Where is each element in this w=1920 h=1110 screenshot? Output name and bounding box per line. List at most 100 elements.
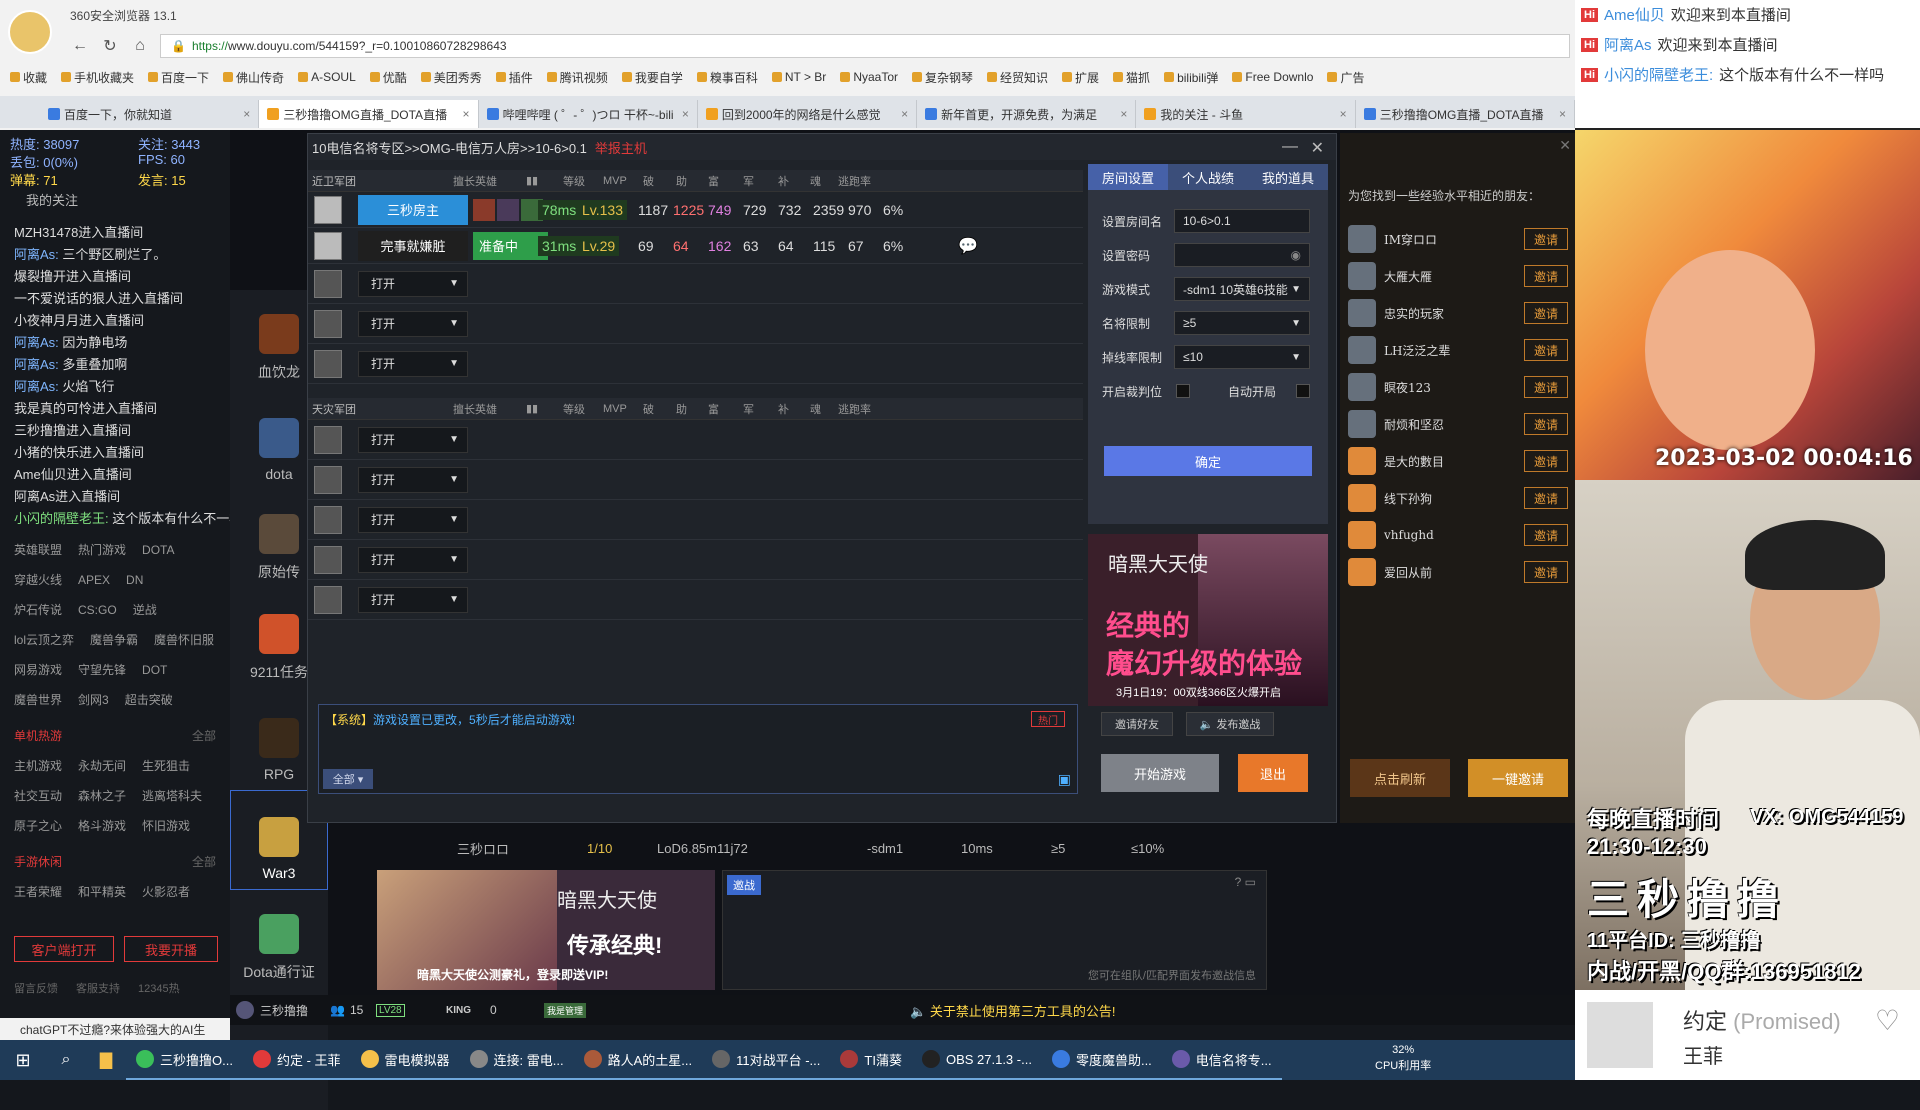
taskbar-app[interactable]: 雷电模拟器 [350,1040,460,1080]
bookmark-item[interactable]: 广告 [1327,69,1364,86]
room-info-row[interactable]: 三秒ロロ 1/10 LoD6.85m11j72 -sdm1 10ms ≥5 ≤1… [377,833,1267,863]
search-icon[interactable]: ⌕ [46,1051,86,1069]
cat-row[interactable]: 英雄联盟 热门游戏 DOTA [0,535,230,565]
player-row[interactable]: 完事就嫌脏 准备中 31ms Lv.29 69 64 162 63 64 115 67 6% 💬 [308,228,1083,264]
tab-close-icon[interactable]: × [1559,107,1566,121]
news-ticker[interactable]: chatGPT不过瘾?来体验强大的AI生 [0,1018,230,1040]
bookmark-item[interactable]: 复杂钢琴 [912,69,973,86]
service-link[interactable]: 客服支持 [76,980,120,996]
bookmark-item[interactable]: 经贸知识 [987,69,1048,86]
cat-row[interactable]: 魔兽世界 剑网3 超击突破 [0,685,230,715]
invite-button[interactable]: 邀请 [1524,376,1568,398]
bookmark-item[interactable]: 百度一下 [148,69,209,86]
close-icon[interactable]: ✕ [1311,138,1324,158]
tab-close-icon[interactable]: × [901,107,908,121]
rank-select[interactable]: ≥5 ▼ [1174,311,1310,335]
cat-row[interactable]: 社交互动 森林之子 逃离塔科夫 [0,781,230,811]
cat-row[interactable]: 网易游戏 守望先锋 DOT [0,655,230,685]
taskbar-app[interactable]: 11对战平台 -... [702,1040,831,1080]
slot-select[interactable]: 打开 ▼ [358,466,468,493]
room-name-input[interactable]: 10-6>0.1 [1174,209,1310,233]
taskbar-app[interactable]: 连接: 雷电... [459,1040,574,1080]
judge-checkbox[interactable] [1176,384,1190,398]
bookmark-item[interactable]: 扩展 [1062,69,1099,86]
invite-button[interactable]: 邀请 [1524,450,1568,472]
tab-personal-record[interactable]: 个人战绩 [1168,164,1248,190]
taskbar-app[interactable]: TI蒲葵 [830,1040,912,1080]
heart-icon[interactable]: ♡ [1875,1004,1900,1037]
minimize-icon[interactable]: — [1282,138,1298,156]
password-input[interactable]: ◉ [1174,243,1310,267]
windows-start-icon[interactable]: ⊞ [0,1050,46,1071]
close-icon[interactable]: ✕ [1559,137,1571,154]
bookmark-item[interactable]: 手机收藏夹 [61,69,134,86]
bookmark-item[interactable]: 插件 [495,69,533,86]
chat-send-icon[interactable]: ▣ [1058,771,1071,788]
notice-text[interactable]: 🔈 关于禁止使用第三方工具的公告! [910,1001,1115,1020]
cat-row[interactable]: 主机游戏 永劫无间 生死狙击 [0,751,230,781]
bookmark-item[interactable]: 收藏 [10,69,47,86]
cat-row[interactable]: lol云顶之弈 魔兽争霸 魔兽怀旧服 [0,625,230,655]
tab-my-items[interactable]: 我的道具 [1248,164,1328,190]
slot-select[interactable]: 打开 ▼ [358,310,468,337]
reload-icon[interactable]: ↻ [100,36,120,56]
cat-row[interactable]: 王者荣耀 和平精英 火影忍者 [0,877,230,907]
refresh-button[interactable]: 点击刷新 [1350,759,1450,797]
bookmark-item[interactable]: NT > Br [771,70,826,84]
exit-button[interactable]: 退出 [1238,754,1308,792]
invite-button[interactable]: 邀请 [1524,302,1568,324]
slot-select[interactable]: 打开 ▼ [358,546,468,573]
tab-close-icon[interactable]: × [1340,107,1347,121]
invite-button[interactable]: 邀请 [1524,413,1568,435]
taskbar-app[interactable]: 三秒撸撸O... [126,1040,243,1080]
tab-close-icon[interactable]: × [1120,107,1127,121]
feedback-link[interactable]: 留言反馈 [14,980,58,996]
browser-tab[interactable]: 新年首更，开源免费，为满足 × [917,100,1137,128]
auto-start-checkbox[interactable] [1296,384,1310,398]
slot-select[interactable]: 打开 ▼ [358,270,468,297]
bookmark-item[interactable]: 佛山传奇 [223,69,284,86]
address-bar[interactable]: 🔒 https://www.douyu.com/544159?_r=0.1001… [160,34,1570,58]
player-row[interactable]: 三秒房主 78ms Lv.133 1187 1225 749 729 732 2359 970 6% [308,192,1083,228]
taskbar-app[interactable]: OBS 27.1.3 -... [911,1040,1042,1080]
invite-button[interactable]: 邀请 [1524,487,1568,509]
room-chat[interactable]: 【系统】游戏设置已更改，5秒后才能启动游戏! 热门 全部 ▾ ▣ [318,704,1078,794]
bookmark-item[interactable]: 美团秀秀 [420,69,482,86]
slot-select[interactable]: 打开 ▼ [358,506,468,533]
invite-button[interactable]: 邀请 [1524,561,1568,583]
bookmark-item[interactable]: 腾讯视频 [546,69,608,86]
browser-tab[interactable]: 回到2000年的网络是什么感觉 × [698,100,918,128]
start-game-button[interactable]: 开始游戏 [1101,754,1219,792]
cat-row[interactable]: 炉石传说 CS:GO 逆战 [0,595,230,625]
bookmark-item[interactable]: bilibili弹 [1164,69,1218,86]
invite-button[interactable]: 邀请 [1524,228,1568,250]
bookmark-item[interactable]: 优酷 [369,69,407,86]
eye-icon[interactable]: ◉ [1291,248,1301,262]
browser-tab[interactable]: 百度一下，你就知道 × [40,100,260,128]
slot-select[interactable]: 打开 ▼ [358,586,468,613]
help-icon[interactable]: ? ▭ [1235,875,1256,889]
drop-select[interactable]: ≤10 ▼ [1174,345,1310,369]
taskbar-app[interactable]: 电信名将专... [1161,1040,1282,1080]
invite-all-button[interactable]: 一键邀请 [1468,759,1568,797]
taskbar-app[interactable]: 零度魔兽助... [1041,1040,1162,1080]
slot-select[interactable]: 打开 ▼ [358,426,468,453]
mode-select[interactable]: -sdm1 10英雄6技能 ▼ [1174,277,1310,301]
invite-button[interactable]: 邀请 [1524,524,1568,546]
back-icon[interactable]: ← [70,37,90,55]
invite-button[interactable]: 邀请 [1524,265,1568,287]
client-open-button[interactable]: 客户端打开 [14,936,114,962]
slot-select[interactable]: 打开 ▼ [358,350,468,377]
browser-tab[interactable]: 三秒撸撸OMG直播_DOTA直播 × [1356,100,1575,128]
home-icon[interactable]: ⌂ [130,37,150,55]
report-host-link[interactable]: 举报主机 [595,138,647,157]
channel-select[interactable]: 全部 ▾ [323,769,373,789]
promo-ad[interactable]: 暗黑大天使 经典的 魔幻升级的体验 3月1日19：00双线366区火爆开启 [1088,534,1328,706]
tab-close-icon[interactable]: × [682,107,689,121]
file-explorer-icon[interactable]: ▇ [86,1050,126,1070]
bookmark-item[interactable]: A-SOUL [298,70,356,84]
user-avatar[interactable] [236,1001,254,1019]
browser-tab[interactable]: 我的关注 - 斗鱼 × [1136,100,1356,128]
user-avatar[interactable] [8,10,52,54]
invite-button[interactable]: 邀请 [1524,339,1568,361]
